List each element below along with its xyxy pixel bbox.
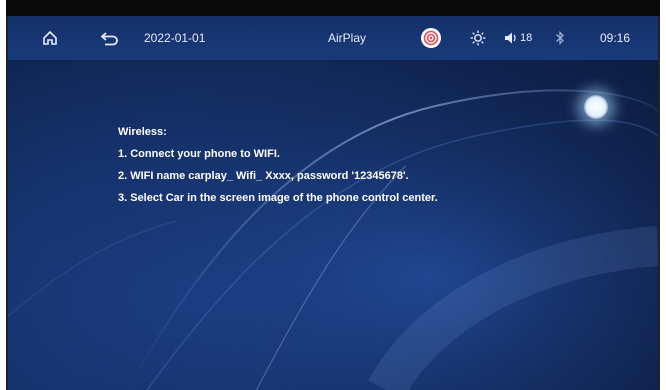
carplay-screen: 2022-01-01 AirPlay 18 09:16 Wireless: 1.…	[6, 16, 660, 390]
mode-label: AirPlay	[328, 31, 367, 45]
volume-level: 18	[520, 32, 533, 44]
back-icon[interactable]	[100, 16, 120, 60]
date-label: 2022-01-01	[144, 31, 206, 45]
instruction-step: 1. Connect your phone to WIFI.	[118, 148, 280, 160]
status-bar: 2022-01-01 AirPlay 18 09:16	[8, 16, 658, 60]
device-frame: 2022-01-01 AirPlay 18 09:16 Wireless: 1.…	[0, 0, 666, 390]
light-orb	[584, 95, 608, 119]
volume-icon[interactable]	[504, 16, 518, 60]
instructions-heading: Wireless:	[118, 126, 167, 138]
airplay-signal-icon[interactable]	[420, 16, 442, 60]
instruction-step: 3. Select Car in the screen image of the…	[118, 192, 438, 204]
clock-label: 09:16	[600, 31, 631, 45]
bezel-top	[6, 0, 660, 16]
instruction-step: 2. WIFI name carplay_ Wifi_ Xxxx, passwo…	[118, 170, 409, 182]
bluetooth-icon[interactable]	[555, 16, 565, 60]
wireless-instructions: Wireless: 1. Connect your phone to WIFI.…	[118, 121, 438, 209]
brightness-icon[interactable]	[470, 16, 486, 60]
home-icon[interactable]	[42, 16, 58, 60]
